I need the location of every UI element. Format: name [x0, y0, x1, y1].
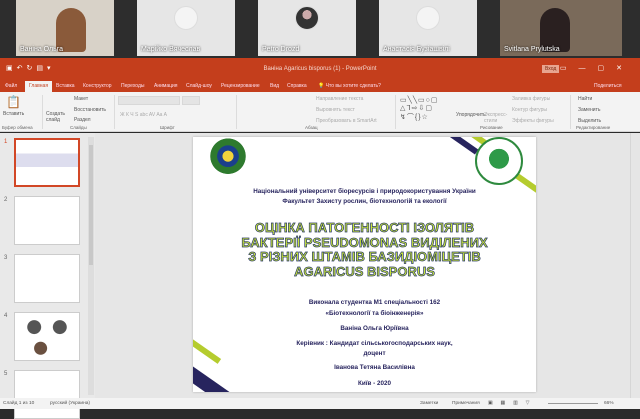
align-text-button[interactable]: Выровнять текст	[316, 107, 355, 113]
participant-name: Petro Drozd	[262, 46, 300, 53]
view-buttons[interactable]: ▣▦▥▽	[488, 401, 537, 406]
faculty-logo	[475, 137, 523, 185]
shape-effects-button[interactable]: Эффекты фигуры	[512, 118, 554, 124]
font-name-select[interactable]	[118, 96, 180, 105]
group-label: Рисование	[480, 125, 503, 130]
tab-transitions[interactable]: Переходы	[121, 83, 144, 89]
comments-button[interactable]: Примечания	[452, 401, 480, 406]
slide-thumbnails-panel: 1 2 3 4 5	[0, 133, 95, 419]
group-label: Буфер обмена	[2, 125, 33, 130]
arrange-button[interactable]: Упорядочить	[456, 112, 486, 118]
slide-counter: Слайд 1 из 10	[3, 401, 35, 406]
ribbon-tabs: Файл Главная Вставка Конструктор Переход…	[0, 80, 640, 92]
quick-styles-button[interactable]: Экспресс-стили	[484, 112, 508, 124]
participant-name: Анастасія Бузіашвілі	[383, 46, 450, 53]
participant-tile[interactable]: Марійко Вячеслав	[137, 0, 235, 56]
tab-insert[interactable]: Вставка	[56, 83, 75, 89]
supervisor-position: доцент	[363, 350, 386, 357]
shape-outline-button[interactable]: Контур фигуры	[512, 107, 547, 113]
participant-tile[interactable]: Petro Drozd	[258, 0, 356, 56]
zoom-level[interactable]: 66%	[604, 401, 614, 406]
tab-slideshow[interactable]: Слайд-шоу	[186, 83, 212, 89]
font-format-buttons[interactable]: Ж К Ч S abc AV Aa A	[120, 112, 167, 118]
avatar-icon	[416, 6, 440, 30]
participant-tile[interactable]: Ваніна Ольга	[16, 0, 114, 56]
slide-number: 2	[4, 197, 8, 203]
tab-review[interactable]: Рецензирование	[221, 83, 260, 89]
zoom-slider[interactable]	[548, 403, 598, 404]
ribbon: 📋 Вставить Буфер обмена Создать слайд Ма…	[0, 92, 640, 132]
slide-number: 3	[4, 255, 8, 261]
status-bar: Слайд 1 из 10 русский (Украина) Заметки …	[0, 398, 640, 409]
slide-thumbnail[interactable]	[14, 312, 80, 361]
new-slide-button[interactable]: Создать слайд	[46, 111, 68, 123]
tab-animations[interactable]: Анимация	[154, 83, 177, 89]
slide-number: 4	[4, 313, 8, 319]
participant-tile[interactable]: Svitlana Prylutska	[500, 0, 622, 56]
slide-title: ОЦІНКА ПАТОГЕННОСТІ ІЗОЛЯТІВ БАКТЕРІЇ PS…	[193, 220, 536, 279]
select-button[interactable]: Выделить	[578, 118, 601, 124]
thumbnails-scrollbar[interactable]	[88, 137, 94, 395]
notes-button[interactable]: Заметки	[420, 401, 438, 406]
tell-me-input[interactable]: 💡 Что вы хотите сделать?	[318, 83, 381, 89]
paste-icon: 📋	[6, 95, 21, 109]
share-button[interactable]: Поделиться	[594, 83, 622, 89]
performed-by: Виконала студентка М1 спеціальності 162	[308, 299, 441, 306]
tab-home[interactable]: Главная	[25, 81, 53, 92]
slide-number: 5	[4, 371, 8, 377]
login-button[interactable]: Вход	[542, 65, 560, 73]
supervisor-name: Іванова Тетяна Василівна	[334, 364, 415, 371]
decor-stripe	[417, 137, 479, 155]
slide-thumbnail[interactable]	[14, 254, 80, 303]
avatar-icon	[174, 6, 198, 30]
tab-view[interactable]: Вид	[270, 83, 279, 89]
smartart-button[interactable]: Преобразовать в SmartArt	[316, 118, 377, 124]
city-year: Київ - 2020	[358, 380, 391, 387]
tab-design[interactable]: Конструктор	[83, 83, 112, 89]
title-line: ОЦІНКА ПАТОГЕННОСТІ ІЗОЛЯТІВ	[254, 220, 475, 235]
slide-thumbnail[interactable]	[14, 138, 80, 187]
supervisor: Керівник : Кандидат сільськогосподарськи…	[296, 340, 453, 347]
title-bar: ▣↶↻▤▾ Ваніна Agaricus bisporus (1) - Pow…	[0, 58, 640, 80]
title-line: AGARICUS BISPORUS	[294, 263, 436, 279]
shapes-gallery[interactable]: ▭╲╲▭○▢ △ᒣ⇨⇩▢ ↯⌒{}☆	[400, 96, 439, 122]
language[interactable]: русский (Украина)	[50, 401, 90, 406]
shape-fill-button[interactable]: Заливка фигуры	[512, 96, 550, 102]
tell-me-text: Что вы хотите сделать?	[325, 83, 381, 89]
section-button[interactable]: Раздел	[74, 117, 91, 123]
video-strip: Ваніна Ольга Марійко Вячеслав Petro Droz…	[0, 0, 640, 58]
participant-name: Ваніна Ольга	[20, 46, 64, 53]
slide-thumbnail[interactable]	[14, 370, 80, 419]
replace-button[interactable]: Заменить	[578, 107, 600, 113]
student-name: Ваніна Ольга Юріївна	[340, 325, 409, 332]
faculty-name: Факультет Захисту рослин, біотехнологій …	[282, 198, 447, 205]
tab-help[interactable]: Справка	[287, 83, 307, 89]
participant-name: Svitlana Prylutska	[504, 46, 560, 53]
paste-button[interactable]: Вставить	[3, 111, 24, 117]
group-label: Слайды	[70, 125, 87, 130]
specialty: «Біотехнології та біоінженерія»	[325, 310, 424, 317]
participant-name: Марійко Вячеслав	[141, 46, 201, 53]
font-size-select[interactable]	[182, 96, 200, 105]
reset-button[interactable]: Восстановить	[74, 107, 106, 113]
text-direction-button[interactable]: Направление текста	[316, 96, 363, 102]
tab-file[interactable]: Файл	[5, 83, 17, 89]
group-label: Абзац	[305, 125, 318, 130]
slide-thumbnail[interactable]	[14, 196, 80, 245]
title-line: БАКТЕРІЇ PSEUDOMONAS ВИДІЛЕНИХ	[241, 234, 488, 250]
title-line: З РІЗНИХ ШТАМІВ БАЗИДІОМІЦЕТІВ	[248, 249, 481, 264]
avatar	[295, 6, 319, 30]
window-controls[interactable]: ▭—▢✕	[560, 64, 634, 72]
group-label: Шрифт	[160, 125, 175, 130]
university-name: Національний університет біоресурсів і п…	[253, 188, 476, 195]
slide-canvas[interactable]: Національний університет біоресурсів і п…	[193, 137, 536, 392]
workspace: 1 2 3 4 5 Національний університет біоре…	[0, 133, 640, 419]
find-button[interactable]: Найти	[578, 96, 592, 102]
layout-button[interactable]: Макет	[74, 96, 88, 102]
participant-tile[interactable]: Анастасія Бузіашвілі	[379, 0, 477, 56]
slide-number: 1	[4, 139, 8, 145]
university-coat-of-arms-logo	[203, 137, 253, 185]
group-label: Редактирование	[576, 125, 611, 130]
slide-scrollbar[interactable]	[630, 133, 640, 398]
